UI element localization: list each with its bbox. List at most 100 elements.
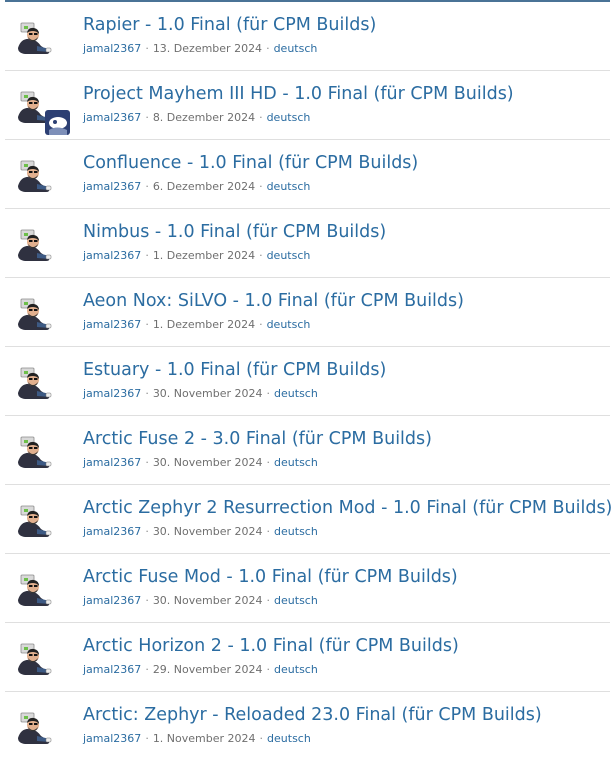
item-date: 8. Dezember 2024 xyxy=(152,111,256,124)
list-item: Nimbus - 1.0 Final (für CPM Builds) jamal… xyxy=(5,209,610,278)
avatar[interactable] xyxy=(15,156,53,194)
language-link[interactable]: deutsch xyxy=(267,249,311,262)
item-date: 30. November 2024 xyxy=(152,594,263,607)
author-link[interactable]: jamal2367 xyxy=(83,663,141,676)
item-title-link[interactable]: Rapier - 1.0 Final (für CPM Builds) xyxy=(83,15,376,35)
item-date: 30. November 2024 xyxy=(152,525,263,538)
avatar[interactable] xyxy=(15,18,53,56)
list-item: Rapier - 1.0 Final (für CPM Builds) jamal… xyxy=(5,2,610,71)
language-link[interactable]: deutsch xyxy=(267,318,311,331)
avatar[interactable] xyxy=(15,708,53,746)
author-link[interactable]: jamal2367 xyxy=(83,180,141,193)
meta-separator: · xyxy=(145,732,149,745)
item-title-link[interactable]: Arctic Horizon 2 - 1.0 Final (für CPM Bu… xyxy=(83,636,459,656)
meta-separator: · xyxy=(145,387,149,400)
item-title-link[interactable]: Project Mayhem III HD - 1.0 Final (für C… xyxy=(83,84,514,104)
meta-separator: · xyxy=(266,387,271,400)
author-link[interactable]: jamal2367 xyxy=(83,249,141,262)
language-link[interactable]: deutsch xyxy=(274,456,318,469)
meta-separator: · xyxy=(259,732,264,745)
meta-separator: · xyxy=(145,525,149,538)
item-date: 13. Dezember 2024 xyxy=(152,42,263,55)
list-item: Estuary - 1.0 Final (für CPM Builds) jama… xyxy=(5,347,610,416)
group-badge-icon xyxy=(45,110,70,135)
meta-separator: · xyxy=(266,42,270,55)
item-date: 1. Dezember 2024 xyxy=(152,318,256,331)
author-link[interactable]: jamal2367 xyxy=(83,594,141,607)
list-item: Arctic: Zephyr - Reloaded 23.0 Final (fü… xyxy=(5,692,610,760)
list-item: Aeon Nox: SiLVO - 1.0 Final (für CPM Bui… xyxy=(5,278,610,347)
meta-separator: · xyxy=(266,456,271,469)
item-meta: jamal2367 · 30. November 2024 · deutsch xyxy=(83,387,318,400)
language-link[interactable]: deutsch xyxy=(274,42,318,55)
avatar[interactable] xyxy=(15,501,53,539)
meta-separator: · xyxy=(145,663,149,676)
item-date: 30. November 2024 xyxy=(152,456,263,469)
meta-separator: · xyxy=(145,318,149,331)
item-meta: jamal2367 · 6. Dezember 2024 · deutsch xyxy=(83,180,310,193)
item-meta: jamal2367 · 29. November 2024 · deutsch xyxy=(83,663,318,676)
author-link[interactable]: jamal2367 xyxy=(83,42,141,55)
item-title-link[interactable]: Nimbus - 1.0 Final (für CPM Builds) xyxy=(83,222,386,242)
author-link[interactable]: jamal2367 xyxy=(83,525,141,538)
avatar[interactable] xyxy=(15,294,53,332)
item-title-link[interactable]: Arctic Fuse 2 - 3.0 Final (für CPM Build… xyxy=(83,429,432,449)
meta-separator: · xyxy=(145,180,149,193)
list-item: Project Mayhem III HD - 1.0 Final (für C… xyxy=(5,71,610,140)
avatar[interactable] xyxy=(15,225,53,263)
item-date: 1. November 2024 xyxy=(152,732,256,745)
author-link[interactable]: jamal2367 xyxy=(83,387,141,400)
item-title-link[interactable]: Estuary - 1.0 Final (für CPM Builds) xyxy=(83,360,386,380)
language-link[interactable]: deutsch xyxy=(274,663,318,676)
list-item: Arctic Fuse 2 - 3.0 Final (für CPM Build… xyxy=(5,416,610,485)
item-date: 30. November 2024 xyxy=(152,387,263,400)
meta-separator: · xyxy=(145,111,149,124)
item-title-link[interactable]: Confluence - 1.0 Final (für CPM Builds) xyxy=(83,153,418,173)
meta-separator: · xyxy=(145,594,149,607)
item-title-link[interactable]: Arctic Zephyr 2 Resurrection Mod - 1.0 F… xyxy=(83,498,611,518)
language-link[interactable]: deutsch xyxy=(267,732,311,745)
list-item: Arctic Fuse Mod - 1.0 Final (für CPM Bui… xyxy=(5,554,610,623)
author-link[interactable]: jamal2367 xyxy=(83,456,141,469)
language-link[interactable]: deutsch xyxy=(274,594,318,607)
avatar[interactable] xyxy=(15,639,53,677)
list-item: Arctic Horizon 2 - 1.0 Final (für CPM Bu… xyxy=(5,623,610,692)
build-list: Rapier - 1.0 Final (für CPM Builds) jamal… xyxy=(5,0,611,760)
item-date: 6. Dezember 2024 xyxy=(152,180,256,193)
meta-separator: · xyxy=(259,249,263,262)
item-title-link[interactable]: Arctic Fuse Mod - 1.0 Final (für CPM Bui… xyxy=(83,567,458,587)
author-link[interactable]: jamal2367 xyxy=(83,111,141,124)
item-title-link[interactable]: Aeon Nox: SiLVO - 1.0 Final (für CPM Bui… xyxy=(83,291,464,311)
item-meta: jamal2367 · 1. Dezember 2024 · deutsch xyxy=(83,318,310,331)
meta-separator: · xyxy=(266,594,271,607)
language-link[interactable]: deutsch xyxy=(274,525,318,538)
item-meta: jamal2367 · 1. Dezember 2024 · deutsch xyxy=(83,249,310,262)
item-meta: jamal2367 · 8. Dezember 2024 · deutsch xyxy=(83,111,310,124)
list-item: Arctic Zephyr 2 Resurrection Mod - 1.0 F… xyxy=(5,485,611,554)
list-item: Confluence - 1.0 Final (für CPM Builds) j… xyxy=(5,140,610,209)
item-meta: jamal2367 · 1. November 2024 · deutsch xyxy=(83,732,311,745)
author-link[interactable]: jamal2367 xyxy=(83,318,141,331)
meta-separator: · xyxy=(259,111,263,124)
meta-separator: · xyxy=(266,525,271,538)
meta-separator: · xyxy=(259,180,263,193)
item-meta: jamal2367 · 30. November 2024 · deutsch xyxy=(83,456,318,469)
meta-separator: · xyxy=(145,456,149,469)
language-link[interactable]: deutsch xyxy=(274,387,318,400)
meta-separator: · xyxy=(266,663,271,676)
author-link[interactable]: jamal2367 xyxy=(83,732,141,745)
item-meta: jamal2367 · 30. November 2024 · deutsch xyxy=(83,525,318,538)
meta-separator: · xyxy=(259,318,263,331)
item-date: 29. November 2024 xyxy=(152,663,263,676)
avatar[interactable] xyxy=(15,363,53,401)
item-meta: jamal2367 · 30. November 2024 · deutsch xyxy=(83,594,318,607)
item-date: 1. Dezember 2024 xyxy=(152,249,256,262)
item-meta: jamal2367 · 13. Dezember 2024 · deutsch xyxy=(83,42,317,55)
avatar[interactable] xyxy=(15,432,53,470)
meta-separator: · xyxy=(145,42,149,55)
meta-separator: · xyxy=(145,249,149,262)
avatar[interactable] xyxy=(15,570,53,608)
language-link[interactable]: deutsch xyxy=(267,180,311,193)
language-link[interactable]: deutsch xyxy=(267,111,311,124)
item-title-link[interactable]: Arctic: Zephyr - Reloaded 23.0 Final (fü… xyxy=(83,705,542,725)
